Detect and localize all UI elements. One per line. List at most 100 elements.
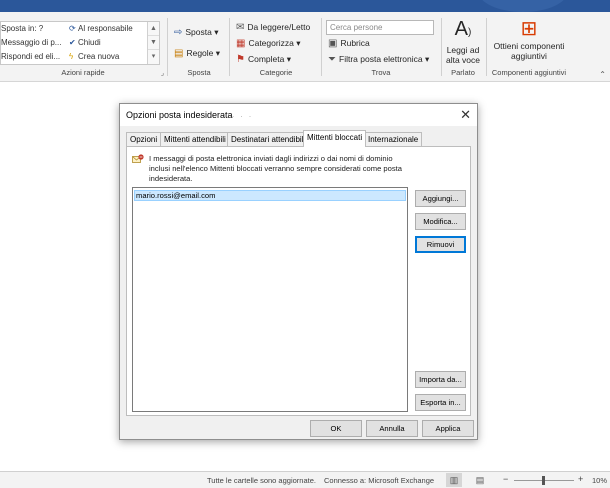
envelope-icon: ✉: [236, 22, 245, 33]
import-button[interactable]: Importa da...: [415, 371, 466, 388]
junk-email-options-dialog: Opzioni posta indesiderata . . . ✕ Opzio…: [119, 103, 478, 440]
export-button[interactable]: Esporta in...: [415, 394, 466, 411]
forward-icon: ⟳: [69, 24, 76, 33]
button-label: aggiuntivi: [511, 51, 547, 61]
gallery-scroll[interactable]: ▲ ▼ ▾: [147, 22, 159, 64]
quick-step-to-manager[interactable]: ⟳ Al responsabile: [69, 24, 133, 33]
dropdown-caret-icon: ▾: [214, 27, 219, 37]
blocked-senders-icon: [132, 154, 144, 163]
quick-step-label: Messaggio di p...: [1, 38, 62, 47]
chevron-down-icon[interactable]: ▼: [148, 36, 159, 50]
edit-button[interactable]: Modifica...: [415, 213, 466, 230]
categorize-button[interactable]: ▦ Categorizza ▾: [236, 38, 300, 49]
group-divider: [486, 18, 487, 76]
close-icon[interactable]: ✕: [460, 107, 471, 123]
button-label: Completa: [247, 54, 285, 64]
normal-view-icon[interactable]: ▥: [446, 473, 462, 487]
quick-step-label: Al responsabile: [78, 24, 133, 33]
unread-read-button[interactable]: ✉ Da leggere/Letto: [236, 22, 310, 33]
group-divider: [229, 18, 230, 76]
quick-step-label: Chiudi: [78, 38, 101, 47]
lightning-icon: ϟ: [69, 52, 74, 61]
apply-button[interactable]: Applica: [422, 420, 474, 437]
button-label: Rubrica: [340, 38, 370, 48]
ok-button[interactable]: OK: [310, 420, 362, 437]
reading-view-icon[interactable]: ▤: [472, 473, 488, 487]
button-label: Categorizza: [248, 38, 294, 48]
button-label: Regole: [186, 48, 214, 58]
group-label: Categorie: [259, 68, 293, 77]
get-addins-button[interactable]: ⊞ Ottieni componenti aggiuntivi: [488, 17, 570, 61]
filter-icon: ⏷: [328, 54, 336, 65]
flag-icon: ⚑: [236, 54, 245, 65]
zoom-level[interactable]: 10%: [592, 476, 607, 485]
search-people-input[interactable]: Cerca persone: [326, 20, 434, 35]
button-label: Filtra posta elettronica: [339, 54, 423, 64]
button-label: Da leggere/Letto: [247, 22, 311, 32]
zoom-in-button[interactable]: +: [578, 474, 583, 484]
group-label: Trova: [371, 68, 391, 77]
zoom-slider-thumb[interactable]: [542, 476, 545, 485]
quick-steps-group: Sposta in: ? Messaggio di p... Rispondi …: [0, 17, 166, 79]
quick-step-label: Sposta in: ?: [1, 24, 44, 33]
chevron-up-icon[interactable]: ▲: [148, 22, 159, 36]
quick-step-label: Rispondi ed eli...: [1, 52, 61, 61]
quick-steps-gallery[interactable]: Sposta in: ? Messaggio di p... Rispondi …: [0, 21, 160, 65]
quick-step-label: Crea nuova: [78, 52, 120, 61]
list-item[interactable]: mario.rossi@email.com: [134, 190, 406, 201]
quick-step-create-new[interactable]: ϟ Crea nuova: [69, 52, 119, 61]
dropdown-caret-icon: ▾: [425, 54, 430, 64]
blocked-senders-list[interactable]: mario.rossi@email.com: [132, 187, 408, 412]
dialog-title: Opzioni posta indesiderata: [126, 110, 233, 120]
group-label: Sposta: [187, 68, 211, 77]
tab-options[interactable]: Opzioni: [126, 132, 162, 147]
tab-blocked-senders[interactable]: Mittenti bloccati: [303, 130, 367, 147]
move-icon: ⇨: [174, 27, 183, 38]
ribbon: Sposta in: ? Messaggio di p... Rispondi …: [0, 12, 610, 82]
blocked-senders-panel: I messaggi di posta elettronica inviati …: [126, 146, 471, 416]
address-book-button[interactable]: ▣ Rubrica: [328, 38, 370, 49]
quick-step-move-to[interactable]: Sposta in: ?: [1, 24, 43, 33]
tab-safe-recipients[interactable]: Destinatari attendibili: [227, 132, 310, 147]
move-group: ⇨ Sposta ▾ ▤ Regole ▾ Sposta: [170, 17, 228, 79]
group-label: Parlato: [451, 68, 475, 77]
read-aloud-button[interactable]: A) Leggi ad alta voce: [442, 17, 484, 65]
button-label: Ottieni componenti: [493, 41, 565, 51]
more-icon[interactable]: ▾: [148, 50, 159, 64]
add-button[interactable]: Aggiungi...: [415, 190, 466, 207]
checkmark-icon: ✔: [69, 38, 76, 47]
button-label: Sposta: [185, 27, 212, 37]
tags-group: ✉ Da leggere/Letto ▦ Categorizza ▾ ⚑ Comple…: [232, 17, 320, 79]
speech-group: A) Leggi ad alta voce Parlato: [442, 17, 484, 79]
folders-status: Tutte le cartelle sono aggiornate.: [207, 476, 316, 485]
followup-button[interactable]: ⚑ Completa ▾: [236, 54, 291, 65]
cancel-button[interactable]: Annulla: [366, 420, 418, 437]
title-ellipsis: . . .: [232, 110, 254, 119]
dropdown-caret-icon: ▾: [296, 38, 301, 48]
addins-icon: ⊞: [520, 18, 538, 40]
quick-step-done[interactable]: ✔ Chiudi: [69, 38, 101, 47]
title-bar-strip: [0, 0, 610, 12]
group-label: Azioni rapide: [61, 68, 105, 77]
rules-button[interactable]: ▤ Regole ▾: [174, 48, 220, 59]
categorize-icon: ▦: [236, 38, 246, 49]
dropdown-caret-icon: ▾: [286, 54, 292, 64]
status-bar: Tutte le cartelle sono aggiornate. Conne…: [0, 471, 610, 488]
dialog-launcher-icon[interactable]: ⌟: [161, 69, 164, 77]
read-aloud-icon: A): [454, 18, 472, 40]
address-book-icon: ▣: [328, 38, 338, 49]
quick-step-reply-delete[interactable]: Rispondi ed eli...: [1, 52, 60, 61]
rules-icon: ▤: [174, 48, 184, 59]
button-label: Leggi ad: [446, 45, 480, 55]
tab-international[interactable]: Internazionale: [364, 132, 423, 147]
move-button[interactable]: ⇨ Sposta ▾: [174, 27, 219, 38]
zoom-out-button[interactable]: −: [503, 474, 508, 484]
tab-safe-senders[interactable]: Mittenti attendibili: [160, 132, 230, 147]
remove-button[interactable]: Rimuovi: [415, 236, 466, 253]
collapse-ribbon-icon[interactable]: ⌃: [599, 70, 606, 79]
quick-step-message[interactable]: Messaggio di p...: [1, 38, 61, 47]
dialog-titlebar: Opzioni posta indesiderata . . . ✕: [120, 104, 477, 126]
group-divider: [167, 18, 168, 76]
decorative-pattern: [478, 0, 568, 12]
filter-email-button[interactable]: ⏷ Filtra posta elettronica ▾: [328, 54, 429, 65]
